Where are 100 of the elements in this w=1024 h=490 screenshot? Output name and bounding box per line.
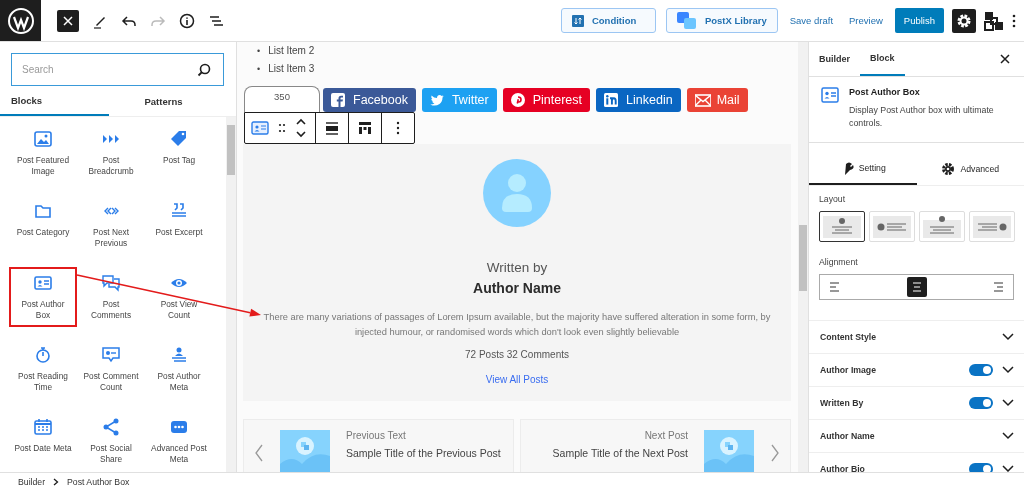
align-icon[interactable] xyxy=(325,121,339,135)
share-button[interactable]: Facebook xyxy=(323,88,416,112)
section-title[interactable]: Author Image xyxy=(820,365,876,375)
post-nav-card[interactable]: Previous Text Sample Title of the Previous Post xyxy=(243,419,514,472)
close-icon[interactable] xyxy=(1000,54,1010,64)
section-title[interactable]: Written By xyxy=(820,398,864,408)
scrollbar[interactable] xyxy=(798,42,808,472)
share-button[interactable]: Mail xyxy=(686,88,748,112)
tab[interactable]: Builder xyxy=(819,42,860,76)
section-label: Alignment xyxy=(819,257,859,267)
author-bio: There are many variations of passages of Lorem Ipsum available, but the majority have suffered alteration in some form, by injected humour, or randomised words which don't look even slightly believable xyxy=(263,311,771,339)
tab[interactable]: Blocks xyxy=(0,86,109,116)
chevron-down-icon[interactable] xyxy=(1002,333,1014,341)
block-item[interactable]: Post Date Meta xyxy=(9,411,77,472)
publish-button[interactable]: Publish xyxy=(894,8,944,33)
layout-icon[interactable] xyxy=(358,121,372,135)
thumbnail-icon xyxy=(704,430,754,472)
pinterest-icon xyxy=(510,93,527,107)
share-button[interactable]: Pinterest xyxy=(502,88,591,112)
block-item[interactable]: Post Author Box xyxy=(9,267,77,327)
section-title[interactable]: Author Name xyxy=(820,431,875,441)
library-icon xyxy=(676,11,697,30)
post-nav-card[interactable]: Next Post Sample Title of the Next Post xyxy=(520,419,791,472)
profile-card-icon xyxy=(34,274,52,292)
block-item[interactable]: Post Next Previous xyxy=(77,195,145,267)
gear-icon xyxy=(956,12,972,29)
toolbar-button[interactable]: PostX Library xyxy=(665,8,778,33)
chevron-right-icon xyxy=(770,444,780,462)
profile-card-icon xyxy=(821,87,839,103)
bullet: • xyxy=(257,45,261,58)
chevron-down-icon[interactable] xyxy=(1002,465,1014,472)
profile-card-icon[interactable] xyxy=(251,121,269,135)
calendar-icon xyxy=(34,418,52,436)
search-field[interactable]: Search xyxy=(11,53,224,86)
settings-button[interactable] xyxy=(952,8,976,33)
list-item: List Item 2 xyxy=(268,44,315,58)
more-options-icon[interactable] xyxy=(1012,12,1016,29)
layout-option[interactable] xyxy=(819,211,865,242)
view-all-posts-link[interactable]: View All Posts xyxy=(485,374,549,385)
author-name: Author Name xyxy=(473,280,561,296)
blocks-icon[interactable] xyxy=(984,10,1004,31)
section-title[interactable]: Content Style xyxy=(820,332,876,342)
bullet: • xyxy=(257,63,261,76)
block-item[interactable]: Post Tag xyxy=(145,123,213,195)
avatar-icon xyxy=(483,159,551,227)
breadcrumb-item[interactable]: Post Author Box xyxy=(67,476,130,487)
scrollbar[interactable] xyxy=(226,117,236,472)
alignment-option[interactable] xyxy=(906,277,927,297)
drag-handle-icon[interactable] xyxy=(278,122,286,134)
block-item[interactable]: Advanced Post Meta xyxy=(145,411,213,472)
block-item[interactable]: Post Featured Image xyxy=(9,123,77,195)
breadcrumb-item[interactable]: Builder xyxy=(18,476,46,487)
block-item[interactable]: Post Comments xyxy=(77,267,145,339)
chevron-down-icon[interactable] xyxy=(1002,366,1014,374)
block-item[interactable]: Post Author Meta xyxy=(145,339,213,411)
share-button[interactable]: Linkedin xyxy=(596,88,681,112)
tab[interactable]: Block xyxy=(860,42,905,76)
chevron-down-icon[interactable] xyxy=(1002,432,1014,440)
stopwatch-icon xyxy=(34,346,52,364)
tab[interactable]: Advanced xyxy=(916,153,1024,185)
bird-icon xyxy=(429,93,446,107)
move-arrows-icon[interactable] xyxy=(295,116,307,140)
section-title[interactable]: Author Bio xyxy=(820,464,865,472)
toggle-switch[interactable] xyxy=(969,397,993,409)
block-item[interactable]: Post Reading Time xyxy=(9,339,77,411)
link-button[interactable]: Preview xyxy=(845,15,887,26)
block-item[interactable]: Post View Count xyxy=(145,267,213,339)
more-options-icon[interactable] xyxy=(396,121,400,135)
condition-icon xyxy=(571,14,584,27)
breadcrumb-separator-icon xyxy=(53,477,60,486)
close-inserter-button[interactable] xyxy=(57,9,79,32)
wordpress-logo-icon xyxy=(7,7,34,34)
linkedin-icon xyxy=(604,93,621,107)
author-meta-icon xyxy=(170,346,188,364)
search-icon[interactable] xyxy=(197,63,211,77)
post-nav-label: Previous Text xyxy=(346,430,407,441)
post-nav-title: Sample Title of the Next Post xyxy=(552,447,688,459)
block-description: Display Post Author box with ultimate controls. xyxy=(849,104,995,130)
info-icon[interactable] xyxy=(179,12,195,29)
toolbar-button[interactable]: Condition xyxy=(560,8,656,33)
tab[interactable]: Patterns xyxy=(109,86,218,116)
close-icon xyxy=(63,15,73,26)
link-button[interactable]: Save draft xyxy=(785,15,838,26)
gear-icon xyxy=(941,162,956,176)
facebook-icon xyxy=(331,93,347,107)
block-item[interactable]: Post Breadcrumb xyxy=(77,123,145,195)
section-label: Layout xyxy=(819,194,847,204)
block-item[interactable]: Post Social Share xyxy=(77,411,145,472)
chevron-down-icon[interactable] xyxy=(1002,399,1014,407)
toggle-switch[interactable] xyxy=(969,364,993,376)
block-item[interactable]: Post Category xyxy=(9,195,77,267)
quote-lines-icon xyxy=(170,202,188,220)
chevron-left-icon xyxy=(254,444,264,462)
width-tooltip: 350 xyxy=(244,86,320,112)
tab[interactable]: Setting xyxy=(809,153,917,185)
block-item[interactable]: Post Excerpt xyxy=(145,195,213,267)
block-item[interactable]: Post Comment Count xyxy=(77,339,145,411)
tag-icon xyxy=(170,130,188,148)
speech-bubbles-icon xyxy=(102,274,120,292)
comment-count-icon xyxy=(102,346,120,364)
